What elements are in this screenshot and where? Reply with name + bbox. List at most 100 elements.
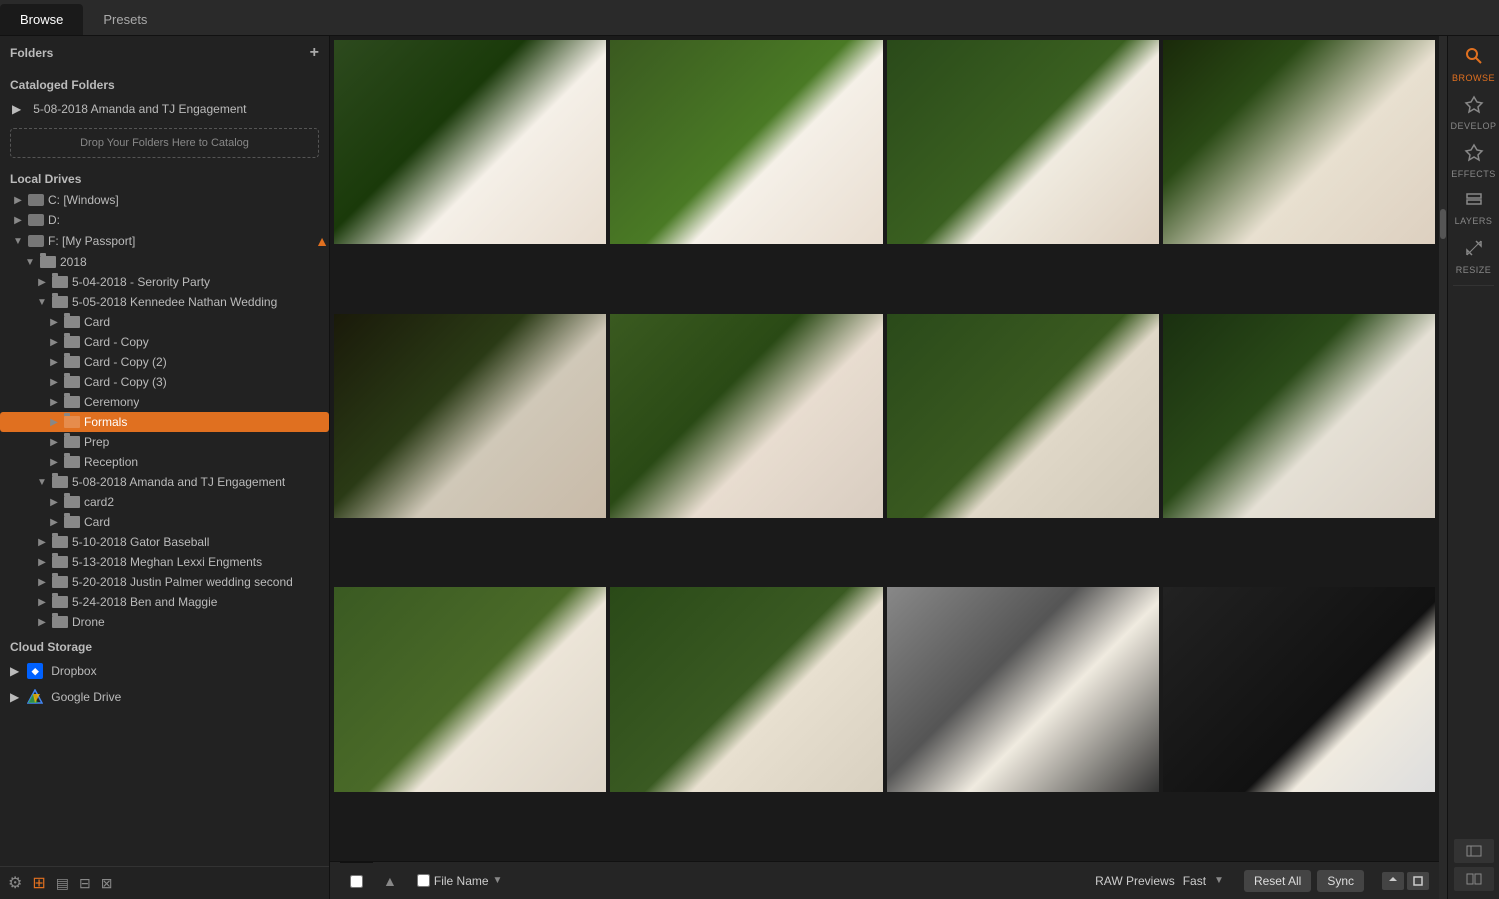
drive-d[interactable]: ▶ D: bbox=[0, 210, 329, 230]
folder-prep[interactable]: ▶ Prep bbox=[0, 432, 329, 452]
cataloged-folder-item[interactable]: ▶ 5-08-2018 Amanda and TJ Engagement bbox=[0, 96, 329, 122]
arrow-expand-icon: ▼ bbox=[36, 297, 48, 308]
drive-f[interactable]: ▼ F: [My Passport] ▲ bbox=[0, 230, 329, 252]
folder-icon bbox=[52, 596, 68, 608]
main-layout: Folders + Cataloged Folders ▶ 5-08-2018 … bbox=[0, 36, 1499, 899]
folder-card2-label: card2 bbox=[84, 495, 114, 509]
arrow-expand-icon: ▶ bbox=[48, 417, 60, 428]
folder-drone[interactable]: ▶ Drone bbox=[0, 612, 329, 632]
folder-justin[interactable]: ▶ 5-20-2018 Justin Palmer wedding second bbox=[0, 572, 329, 592]
scroll-area bbox=[1439, 36, 1447, 899]
drive-c[interactable]: ▶ C: [Windows] bbox=[0, 190, 329, 210]
tab-presets[interactable]: Presets bbox=[83, 4, 167, 35]
grid-view-icon[interactable]: ⊞ bbox=[32, 873, 45, 893]
cataloged-folders-title: Cataloged Folders bbox=[0, 70, 329, 96]
right-sidebar: BROWSE DEVELOP EFFECTS bbox=[1447, 36, 1499, 899]
folder-kennedee[interactable]: ▼ 5-05-2018 Kennedee Nathan Wedding bbox=[0, 292, 329, 312]
photo-cell[interactable] bbox=[887, 40, 1159, 244]
select-all-checkbox[interactable] bbox=[350, 875, 363, 888]
folder-icon bbox=[64, 336, 80, 348]
mini-icon-1[interactable] bbox=[1454, 839, 1494, 863]
mini-icon-2[interactable] bbox=[1454, 867, 1494, 891]
share-icon[interactable] bbox=[1382, 872, 1404, 890]
local-drives-title: Local Drives bbox=[0, 164, 329, 190]
browse-label: BROWSE bbox=[1452, 73, 1495, 83]
sidebar: Folders + Cataloged Folders ▶ 5-08-2018 … bbox=[0, 36, 330, 899]
drop-zone[interactable]: Drop Your Folders Here to Catalog bbox=[10, 128, 319, 158]
folder-formals[interactable]: ▶ Formals bbox=[0, 412, 329, 432]
folder-serority-label: 5-04-2018 - Serority Party bbox=[72, 275, 210, 289]
dropbox-label: Dropbox bbox=[51, 664, 96, 678]
eject-icon[interactable]: ▲ bbox=[315, 233, 329, 249]
reset-all-button[interactable]: Reset All bbox=[1244, 870, 1311, 892]
folder-ceremony[interactable]: ▶ Ceremony bbox=[0, 392, 329, 412]
bottom-toolbar: ▲ File Name ▼ RAW Previews Fast ▼ Reset … bbox=[330, 861, 1439, 899]
arrow-icon: ▶ bbox=[10, 664, 19, 678]
folder-card-copy-3[interactable]: ▶ Card - Copy (3) bbox=[0, 372, 329, 392]
folder-icon bbox=[52, 616, 68, 628]
folder-gator[interactable]: ▶ 5-10-2018 Gator Baseball bbox=[0, 532, 329, 552]
sort-checkbox[interactable] bbox=[417, 874, 430, 887]
cloud-storage-title: Cloud Storage bbox=[0, 632, 329, 658]
right-btn-layers[interactable]: LAYERS bbox=[1451, 185, 1497, 231]
folder-gator-label: 5-10-2018 Gator Baseball bbox=[72, 535, 209, 549]
photo-cell[interactable] bbox=[334, 40, 606, 244]
arrow-icon: ▶ bbox=[48, 397, 60, 408]
folder-formals-label: Formals bbox=[84, 415, 127, 429]
scrollbar-thumb[interactable] bbox=[1440, 209, 1446, 239]
photo-cell[interactable] bbox=[1163, 314, 1435, 518]
folder-icon bbox=[52, 536, 68, 548]
list-view-icon[interactable]: ▤ bbox=[56, 875, 69, 892]
cloud-gdrive[interactable]: ▶ Google Drive bbox=[0, 684, 329, 710]
photo-cell[interactable] bbox=[610, 587, 882, 791]
photo-cell[interactable] bbox=[610, 40, 882, 244]
resize-icon bbox=[1464, 238, 1484, 263]
photo-cell[interactable] bbox=[1163, 587, 1435, 791]
right-btn-resize[interactable]: RESIZE bbox=[1451, 233, 1497, 279]
sort-dropdown-icon[interactable]: ▼ bbox=[493, 875, 503, 886]
arrow-icon: ▶ bbox=[48, 497, 60, 508]
arrow-icon: ▶ bbox=[36, 597, 48, 608]
thumbstrip-icon[interactable]: ⊟ bbox=[79, 875, 91, 892]
folders-label: Folders bbox=[10, 46, 53, 60]
sync-button[interactable]: Sync bbox=[1317, 870, 1364, 892]
top-tabs: Browse Presets bbox=[0, 0, 1499, 36]
expand-icon[interactable] bbox=[1407, 872, 1429, 890]
right-btn-develop[interactable]: DEVELOP bbox=[1451, 89, 1497, 135]
photo-cell[interactable] bbox=[610, 314, 882, 518]
folder-serority[interactable]: ▶ 5-04-2018 - Serority Party bbox=[0, 272, 329, 292]
folder-card-copy[interactable]: ▶ Card - Copy bbox=[0, 332, 329, 352]
gdrive-icon bbox=[27, 689, 43, 705]
folder-card-amanda[interactable]: ▶ Card bbox=[0, 512, 329, 532]
add-folder-button[interactable]: + bbox=[310, 44, 319, 62]
folder-icon bbox=[52, 556, 68, 568]
arrow-icon: ▶ bbox=[48, 357, 60, 368]
layers-label: LAYERS bbox=[1455, 216, 1493, 226]
photo-cell[interactable] bbox=[887, 314, 1159, 518]
photo-cell[interactable] bbox=[1163, 40, 1435, 244]
folder-reception[interactable]: ▶ Reception bbox=[0, 452, 329, 472]
cloud-dropbox[interactable]: ▶ ◆ Dropbox bbox=[0, 658, 329, 684]
folder-card-label: Card bbox=[84, 315, 110, 329]
folder-card-copy-2[interactable]: ▶ Card - Copy (2) bbox=[0, 352, 329, 372]
develop-icon bbox=[1464, 94, 1484, 119]
compare-icon[interactable]: ⊠ bbox=[101, 875, 113, 892]
settings-icon[interactable]: ⚙ bbox=[8, 873, 22, 893]
folder-card2[interactable]: ▶ card2 bbox=[0, 492, 329, 512]
folder-2018[interactable]: ▼ 2018 bbox=[0, 252, 329, 272]
folder-prep-label: Prep bbox=[84, 435, 109, 449]
folder-meghan[interactable]: ▶ 5-13-2018 Meghan Lexxi Engments bbox=[0, 552, 329, 572]
tab-browse[interactable]: Browse bbox=[0, 4, 83, 35]
folder-card[interactable]: ▶ Card bbox=[0, 312, 329, 332]
folder-amanda[interactable]: ▼ 5-08-2018 Amanda and TJ Engagement bbox=[0, 472, 329, 492]
photo-cell[interactable] bbox=[887, 587, 1159, 791]
effects-label: EFFECTS bbox=[1451, 169, 1496, 179]
right-btn-effects[interactable]: EFFECTS bbox=[1451, 137, 1497, 183]
folder-ben[interactable]: ▶ 5-24-2018 Ben and Maggie bbox=[0, 592, 329, 612]
photo-cell[interactable] bbox=[334, 314, 606, 518]
photo-cell[interactable] bbox=[334, 587, 606, 791]
right-btn-browse[interactable]: BROWSE bbox=[1451, 41, 1497, 87]
arrow-icon: ▶ bbox=[10, 690, 19, 704]
sort-up-icon[interactable]: ▲ bbox=[383, 873, 397, 889]
raw-dropdown-icon[interactable]: ▼ bbox=[1214, 875, 1224, 886]
